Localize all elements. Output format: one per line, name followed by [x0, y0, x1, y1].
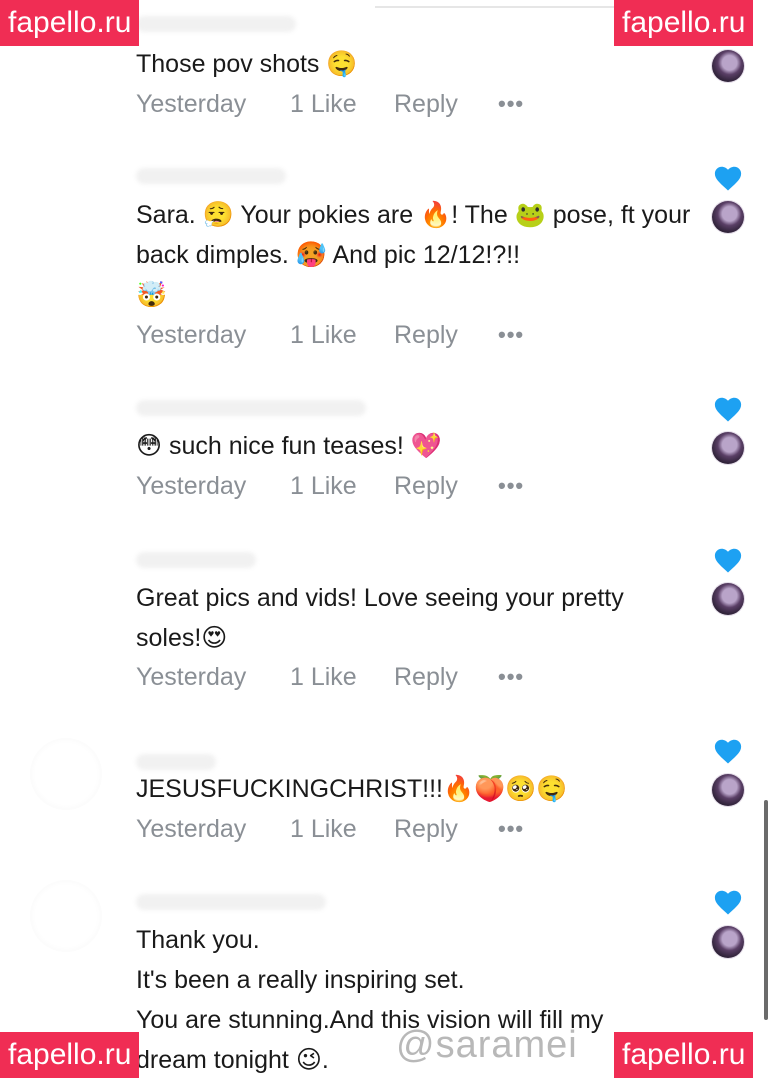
username-blurred[interactable]	[136, 400, 366, 416]
username-blurred[interactable]	[136, 894, 326, 910]
more-options-button[interactable]: •••	[498, 659, 524, 695]
username-blurred[interactable]	[136, 16, 296, 32]
commenter-avatar[interactable]	[30, 738, 102, 810]
heart-icon[interactable]	[713, 395, 743, 423]
comment-time: Yesterday	[136, 321, 247, 349]
creator-avatar[interactable]	[712, 50, 744, 82]
reply-button[interactable]: Reply	[394, 659, 458, 695]
more-options-button[interactable]: •••	[498, 317, 524, 353]
commenter-avatar[interactable]	[30, 880, 102, 952]
like-count-button[interactable]: 1 Like	[290, 86, 357, 122]
comment-text: 😳 such nice fun teases! 💖	[136, 432, 442, 460]
username-blurred[interactable]	[136, 552, 256, 568]
heart-icon[interactable]	[713, 164, 743, 192]
creator-avatar[interactable]	[712, 774, 744, 806]
creator-avatar[interactable]	[712, 201, 744, 233]
comment-time: Yesterday	[136, 472, 247, 500]
site-watermark: fapello.ru	[0, 1032, 140, 1078]
reply-button[interactable]: Reply	[394, 317, 458, 353]
heart-icon[interactable]	[713, 737, 743, 765]
more-options-button[interactable]: •••	[498, 811, 524, 847]
comment-text: Great pics and vids! Love seeing your pr…	[136, 584, 624, 652]
site-watermark: fapello.ru	[614, 0, 754, 46]
like-count-button[interactable]: 1 Like	[290, 659, 357, 695]
comment-text: Sara. 😮‍💨 Your pokies are 🔥! The 🐸 pose,…	[136, 201, 691, 309]
scrollbar[interactable]	[764, 800, 768, 1020]
handle-watermark: @saramei	[396, 1024, 578, 1066]
more-options-button[interactable]: •••	[498, 468, 524, 504]
comment-text: Those pov shots 🤤	[136, 50, 358, 78]
more-options-button[interactable]: •••	[498, 86, 524, 122]
heart-icon[interactable]	[713, 888, 743, 916]
site-watermark: fapello.ru	[0, 0, 140, 46]
reply-button[interactable]: Reply	[394, 811, 458, 847]
creator-avatar[interactable]	[712, 583, 744, 615]
username-blurred[interactable]	[136, 168, 286, 184]
site-watermark: fapello.ru	[614, 1032, 754, 1078]
reply-button[interactable]: Reply	[394, 86, 458, 122]
comment-text: JESUSFUCKINGCHRIST!!!🔥🍑🥺🤤	[136, 775, 568, 803]
comment-time: Yesterday	[136, 663, 247, 691]
reply-button[interactable]: Reply	[394, 468, 458, 504]
comment-time: Yesterday	[136, 90, 247, 118]
creator-avatar[interactable]	[712, 926, 744, 958]
heart-icon[interactable]	[713, 546, 743, 574]
like-count-button[interactable]: 1 Like	[290, 317, 357, 353]
like-count-button[interactable]: 1 Like	[290, 468, 357, 504]
like-count-button[interactable]: 1 Like	[290, 811, 357, 847]
creator-avatar[interactable]	[712, 432, 744, 464]
comment-time: Yesterday	[136, 815, 247, 843]
username-blurred[interactable]	[136, 754, 216, 770]
